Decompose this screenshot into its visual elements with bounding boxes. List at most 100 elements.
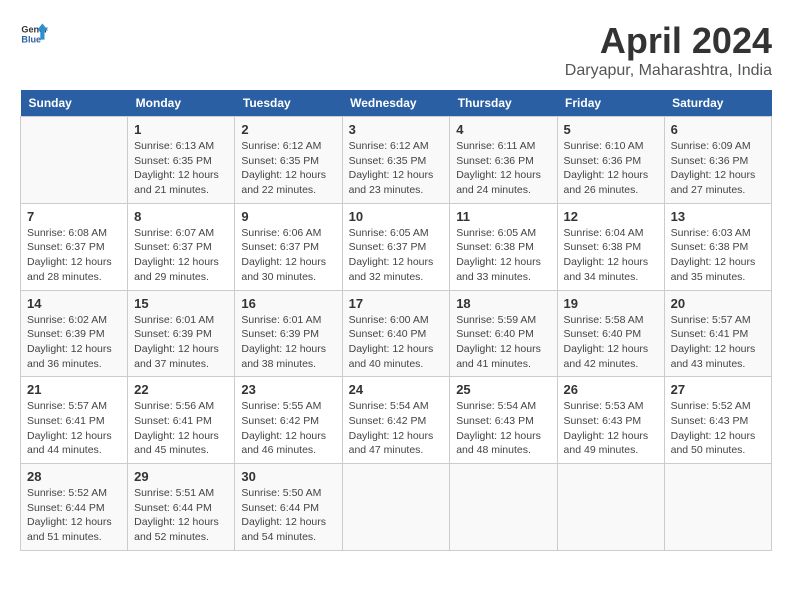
calendar-cell	[21, 117, 128, 204]
day-number: 26	[564, 382, 658, 397]
calendar-cell: 15 Sunrise: 6:01 AMSunset: 6:39 PMDayligh…	[128, 290, 235, 377]
page-header: General Blue April 2024 Daryapur, Mahara…	[20, 20, 772, 80]
col-tuesday: Tuesday	[235, 90, 342, 117]
day-number: 24	[349, 382, 444, 397]
day-number: 5	[564, 122, 658, 137]
calendar-week-row: 21 Sunrise: 5:57 AMSunset: 6:41 PMDayligh…	[21, 377, 772, 464]
day-info: Sunrise: 5:54 AMSunset: 6:43 PMDaylight:…	[456, 399, 550, 458]
day-number: 4	[456, 122, 550, 137]
calendar-cell: 26 Sunrise: 5:53 AMSunset: 6:43 PMDayligh…	[557, 377, 664, 464]
calendar-week-row: 28Sunrise: 5:52 AMSunset: 6:44 PMDayligh…	[21, 464, 772, 551]
day-info: Sunrise: 6:09 AMSunset: 6:36 PMDaylight:…	[671, 139, 765, 198]
calendar-cell: 7 Sunrise: 6:08 AMSunset: 6:37 PMDaylight…	[21, 203, 128, 290]
day-info: Sunrise: 6:04 AMSunset: 6:38 PMDaylight:…	[564, 226, 658, 285]
calendar-cell	[664, 464, 771, 551]
calendar-cell: 29 Sunrise: 5:51 AMSunset: 6:44 PMDayligh…	[128, 464, 235, 551]
day-number: 1	[134, 122, 228, 137]
calendar-week-row: 1 Sunrise: 6:13 AMSunset: 6:35 PMDaylight…	[21, 117, 772, 204]
calendar-cell: 20Sunrise: 5:57 AMSunset: 6:41 PMDayligh…	[664, 290, 771, 377]
col-sunday: Sunday	[21, 90, 128, 117]
day-info: Sunrise: 5:51 AMSunset: 6:44 PMDaylight:…	[134, 486, 228, 545]
day-info: Sunrise: 6:12 AMSunset: 6:35 PMDaylight:…	[241, 139, 335, 198]
calendar-cell: 27Sunrise: 5:52 AMSunset: 6:43 PMDayligh…	[664, 377, 771, 464]
day-info: Sunrise: 5:58 AMSunset: 6:40 PMDaylight:…	[564, 313, 658, 372]
calendar-cell: 1 Sunrise: 6:13 AMSunset: 6:35 PMDaylight…	[128, 117, 235, 204]
day-number: 29	[134, 469, 228, 484]
day-number: 18	[456, 296, 550, 311]
calendar-table: Sunday Monday Tuesday Wednesday Thursday…	[20, 90, 772, 551]
calendar-cell	[342, 464, 450, 551]
day-info: Sunrise: 5:53 AMSunset: 6:43 PMDaylight:…	[564, 399, 658, 458]
day-info: Sunrise: 5:59 AMSunset: 6:40 PMDaylight:…	[456, 313, 550, 372]
title-area: April 2024 Daryapur, Maharashtra, India	[565, 20, 772, 80]
day-info: Sunrise: 6:11 AMSunset: 6:36 PMDaylight:…	[456, 139, 550, 198]
calendar-cell: 13Sunrise: 6:03 AMSunset: 6:38 PMDayligh…	[664, 203, 771, 290]
day-info: Sunrise: 6:08 AMSunset: 6:37 PMDaylight:…	[27, 226, 121, 285]
day-number: 14	[27, 296, 121, 311]
calendar-cell: 28Sunrise: 5:52 AMSunset: 6:44 PMDayligh…	[21, 464, 128, 551]
day-info: Sunrise: 5:54 AMSunset: 6:42 PMDaylight:…	[349, 399, 444, 458]
col-wednesday: Wednesday	[342, 90, 450, 117]
calendar-cell: 30 Sunrise: 5:50 AMSunset: 6:44 PMDayligh…	[235, 464, 342, 551]
calendar-cell: 18 Sunrise: 5:59 AMSunset: 6:40 PMDayligh…	[450, 290, 557, 377]
day-info: Sunrise: 5:57 AMSunset: 6:41 PMDaylight:…	[671, 313, 765, 372]
day-info: Sunrise: 5:57 AMSunset: 6:41 PMDaylight:…	[27, 399, 121, 458]
calendar-cell: 23 Sunrise: 5:55 AMSunset: 6:42 PMDayligh…	[235, 377, 342, 464]
calendar-cell: 4 Sunrise: 6:11 AMSunset: 6:36 PMDaylight…	[450, 117, 557, 204]
calendar-week-row: 7 Sunrise: 6:08 AMSunset: 6:37 PMDaylight…	[21, 203, 772, 290]
calendar-cell: 24 Sunrise: 5:54 AMSunset: 6:42 PMDayligh…	[342, 377, 450, 464]
calendar-cell: 19Sunrise: 5:58 AMSunset: 6:40 PMDayligh…	[557, 290, 664, 377]
day-number: 30	[241, 469, 335, 484]
calendar-cell: 8 Sunrise: 6:07 AMSunset: 6:37 PMDaylight…	[128, 203, 235, 290]
day-number: 10	[349, 209, 444, 224]
day-info: Sunrise: 6:07 AMSunset: 6:37 PMDaylight:…	[134, 226, 228, 285]
day-number: 23	[241, 382, 335, 397]
day-number: 15	[134, 296, 228, 311]
day-number: 7	[27, 209, 121, 224]
day-number: 16	[241, 296, 335, 311]
calendar-cell: 2Sunrise: 6:12 AMSunset: 6:35 PMDaylight…	[235, 117, 342, 204]
calendar-cell: 5 Sunrise: 6:10 AMSunset: 6:36 PMDaylight…	[557, 117, 664, 204]
calendar-cell: 25Sunrise: 5:54 AMSunset: 6:43 PMDayligh…	[450, 377, 557, 464]
month-title: April 2024	[565, 20, 772, 62]
calendar-cell: 10 Sunrise: 6:05 AMSunset: 6:37 PMDayligh…	[342, 203, 450, 290]
calendar-week-row: 14 Sunrise: 6:02 AMSunset: 6:39 PMDayligh…	[21, 290, 772, 377]
col-monday: Monday	[128, 90, 235, 117]
col-thursday: Thursday	[450, 90, 557, 117]
day-info: Sunrise: 5:52 AMSunset: 6:43 PMDaylight:…	[671, 399, 765, 458]
day-info: Sunrise: 6:02 AMSunset: 6:39 PMDaylight:…	[27, 313, 121, 372]
calendar-cell	[450, 464, 557, 551]
calendar-cell: 11Sunrise: 6:05 AMSunset: 6:38 PMDayligh…	[450, 203, 557, 290]
day-info: Sunrise: 6:01 AMSunset: 6:39 PMDaylight:…	[134, 313, 228, 372]
calendar-cell: 9 Sunrise: 6:06 AMSunset: 6:37 PMDaylight…	[235, 203, 342, 290]
svg-text:Blue: Blue	[21, 34, 41, 44]
day-number: 12	[564, 209, 658, 224]
day-info: Sunrise: 5:50 AMSunset: 6:44 PMDaylight:…	[241, 486, 335, 545]
day-number: 13	[671, 209, 765, 224]
day-number: 21	[27, 382, 121, 397]
day-info: Sunrise: 6:06 AMSunset: 6:37 PMDaylight:…	[241, 226, 335, 285]
calendar-cell: 17Sunrise: 6:00 AMSunset: 6:40 PMDayligh…	[342, 290, 450, 377]
logo: General Blue	[20, 20, 48, 48]
day-info: Sunrise: 6:10 AMSunset: 6:36 PMDaylight:…	[564, 139, 658, 198]
calendar-cell: 6 Sunrise: 6:09 AMSunset: 6:36 PMDaylight…	[664, 117, 771, 204]
day-number: 9	[241, 209, 335, 224]
day-info: Sunrise: 6:13 AMSunset: 6:35 PMDaylight:…	[134, 139, 228, 198]
calendar-cell: 14 Sunrise: 6:02 AMSunset: 6:39 PMDayligh…	[21, 290, 128, 377]
day-info: Sunrise: 5:55 AMSunset: 6:42 PMDaylight:…	[241, 399, 335, 458]
day-info: Sunrise: 5:56 AMSunset: 6:41 PMDaylight:…	[134, 399, 228, 458]
calendar-cell: 12 Sunrise: 6:04 AMSunset: 6:38 PMDayligh…	[557, 203, 664, 290]
day-number: 6	[671, 122, 765, 137]
day-info: Sunrise: 6:00 AMSunset: 6:40 PMDaylight:…	[349, 313, 444, 372]
day-number: 8	[134, 209, 228, 224]
day-info: Sunrise: 6:12 AMSunset: 6:35 PMDaylight:…	[349, 139, 444, 198]
col-friday: Friday	[557, 90, 664, 117]
calendar-cell: 22Sunrise: 5:56 AMSunset: 6:41 PMDayligh…	[128, 377, 235, 464]
calendar-cell: 16Sunrise: 6:01 AMSunset: 6:39 PMDayligh…	[235, 290, 342, 377]
calendar-cell: 3 Sunrise: 6:12 AMSunset: 6:35 PMDaylight…	[342, 117, 450, 204]
day-info: Sunrise: 6:05 AMSunset: 6:37 PMDaylight:…	[349, 226, 444, 285]
day-number: 28	[27, 469, 121, 484]
logo-icon: General Blue	[20, 20, 48, 48]
day-number: 3	[349, 122, 444, 137]
location-title: Daryapur, Maharashtra, India	[565, 62, 772, 80]
